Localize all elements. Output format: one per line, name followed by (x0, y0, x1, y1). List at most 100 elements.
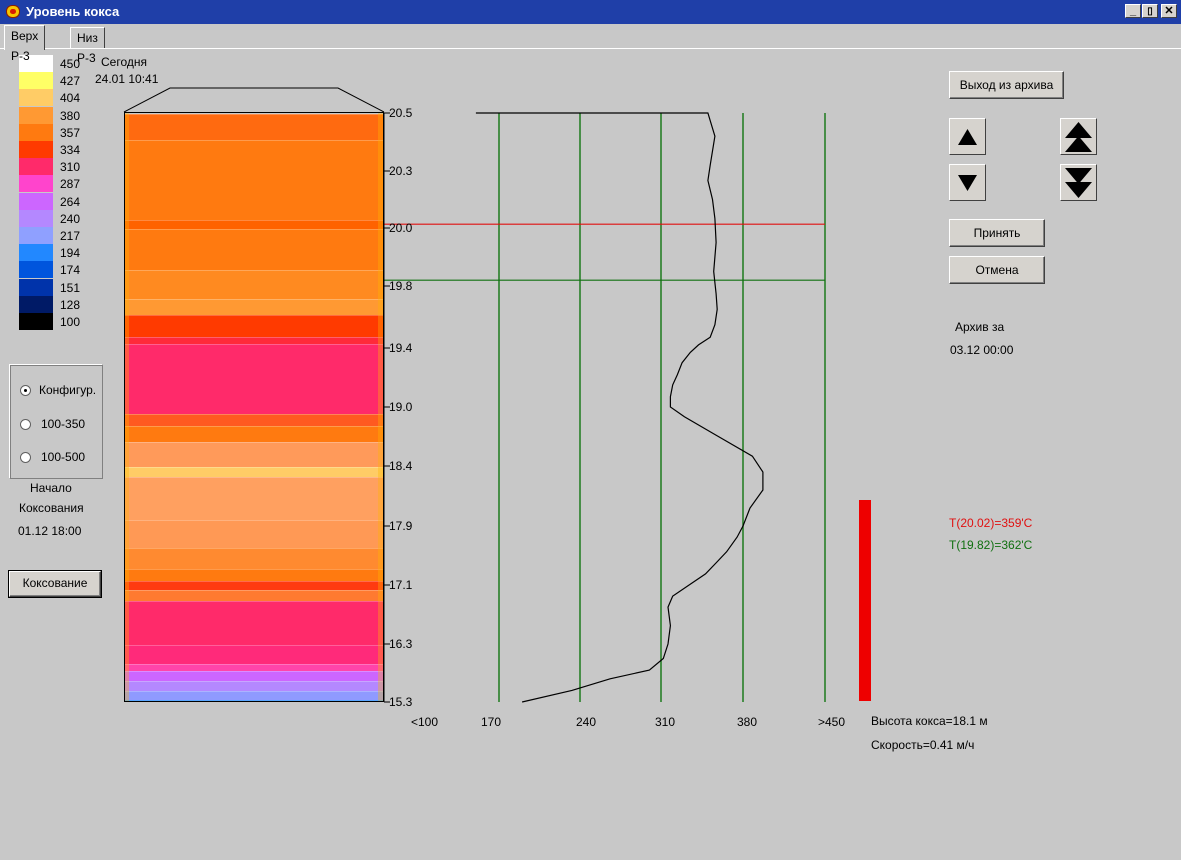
title-bar: Уровень кокса _ ▯ ✕ (0, 0, 1181, 24)
radio-button[interactable] (20, 385, 31, 396)
up-button[interactable] (949, 118, 986, 155)
coking-start-datetime: 01.12 18:00 (18, 524, 82, 538)
heatmap-band (125, 114, 383, 142)
x-tick-label: >450 (818, 715, 845, 729)
tab-bottom-r3[interactable]: Низ Р-3 (70, 27, 105, 65)
double-down-arrow-icon (1065, 168, 1092, 198)
tab-panel-border (0, 48, 1181, 49)
temperature-profile-chart: 20.5 20.3 20.0 19.8 19.4 19.0 18.4 17.9 17.1 16.3… (383, 106, 845, 729)
y-tick-label: 19.4 (389, 341, 413, 355)
y-tick-label: 16.3 (389, 637, 413, 651)
legend-label: 217 (60, 229, 81, 243)
heatmap-band (125, 476, 383, 521)
legend-swatch (19, 123, 53, 141)
legend-label: 151 (60, 280, 81, 295)
up-arrow-icon (958, 129, 977, 145)
accept-button[interactable]: Принять (949, 219, 1045, 247)
legend-label: 100 (60, 315, 81, 329)
coke-level-bar (859, 500, 871, 701)
legend-label: 450 (60, 57, 81, 71)
close-button[interactable]: ✕ (1161, 4, 1177, 18)
heatmap-band (125, 314, 383, 338)
radio-label: 100-350 (41, 417, 86, 431)
radio-label: 100-500 (41, 450, 86, 464)
y-tick-label: 20.3 (389, 164, 413, 178)
temperature-heatmap (124, 112, 384, 702)
heatmap-band (125, 425, 383, 444)
radio-button[interactable] (20, 452, 31, 463)
legend-swatch (19, 72, 53, 90)
fast-up-button[interactable] (1060, 118, 1097, 155)
x-tick-label: 380 (737, 715, 757, 729)
coking-start-label-2: Коксования (19, 501, 84, 515)
heatmap-band (125, 442, 383, 468)
y-tick-label: 17.9 (389, 519, 413, 533)
legend-label: 240 (60, 211, 81, 226)
legend-label: 128 (60, 297, 81, 312)
exit-archive-button[interactable]: Выход из архива (949, 71, 1064, 99)
coking-button[interactable]: Коксование (8, 570, 102, 598)
heatmap-band (125, 229, 383, 271)
legend-swatch (19, 227, 53, 244)
radio-label: Конфигур. (39, 383, 97, 397)
legend-swatch (19, 244, 53, 262)
temperature-profile-line (475, 112, 764, 703)
legend-swatch (19, 209, 53, 227)
y-tick-label: 20.5 (389, 106, 413, 120)
down-arrow-icon (958, 175, 977, 191)
temp-green-line-readout: T(19.82)=362'C (949, 538, 1033, 552)
double-up-arrow-icon (1065, 122, 1092, 152)
tab-top-r3[interactable]: Верх Р-3 (4, 25, 46, 63)
y-tick-label: 19.0 (389, 400, 413, 414)
legend-swatch (19, 106, 53, 124)
legend-label: 287 (60, 177, 81, 192)
y-tick-label: 18.4 (389, 459, 413, 473)
legend-swatch (19, 175, 53, 193)
legend-label: 334 (60, 143, 81, 157)
legend-swatch (19, 295, 53, 313)
legend-label: 174 (60, 263, 81, 278)
legend-swatch (19, 192, 53, 210)
x-tick-label: 170 (481, 715, 501, 729)
coke-height-text: Высота кокса=18.1 м (871, 714, 988, 728)
heatmap-edge-left (125, 113, 129, 701)
speed-text: Скорость=0.41 м/ч (871, 738, 975, 752)
legend-swatch (19, 141, 53, 158)
cancel-button[interactable]: Отмена (949, 256, 1045, 284)
heatmap-band (125, 269, 383, 301)
legend-swatch (19, 313, 53, 330)
heatmap-band (125, 547, 383, 571)
down-button[interactable] (949, 164, 986, 201)
restore-button[interactable]: ▯ (1142, 4, 1158, 18)
heatmap-band (125, 344, 383, 415)
radio-button[interactable] (20, 419, 31, 430)
x-tick-label: 240 (576, 715, 596, 729)
legend-label: 310 (60, 160, 81, 175)
minimize-button[interactable]: _ (1125, 4, 1141, 18)
y-tick-label: 15.3 (389, 695, 413, 709)
coking-start-label: Начало (30, 481, 72, 495)
fast-down-button[interactable] (1060, 164, 1097, 201)
legend-swatch (19, 278, 53, 296)
legend-label: 264 (60, 194, 81, 209)
x-tick-label: <100 (411, 715, 438, 729)
heatmap-band (125, 645, 383, 665)
y-tick-label: 17.1 (389, 578, 413, 592)
scale-radio-group: Конфигур. 100-350 100-500 (9, 364, 103, 479)
archive-datetime: 03.12 00:00 (950, 343, 1014, 357)
legend-label: 357 (60, 125, 81, 140)
heatmap-band (125, 600, 383, 646)
window-title: Уровень кокса (26, 4, 120, 19)
heatmap-band (125, 299, 383, 316)
x-tick-label: 310 (655, 715, 675, 729)
heatmap-band (125, 140, 383, 221)
legend-label: 427 (60, 74, 81, 89)
legend-swatch (19, 261, 53, 279)
app-icon (6, 5, 20, 18)
today-label: Сегодня (101, 55, 147, 69)
legend-swatch (19, 89, 53, 107)
legend-label: 194 (60, 246, 81, 261)
heatmap-band (125, 700, 383, 701)
heatmap-band (125, 519, 383, 549)
legend-swatch (19, 158, 53, 176)
